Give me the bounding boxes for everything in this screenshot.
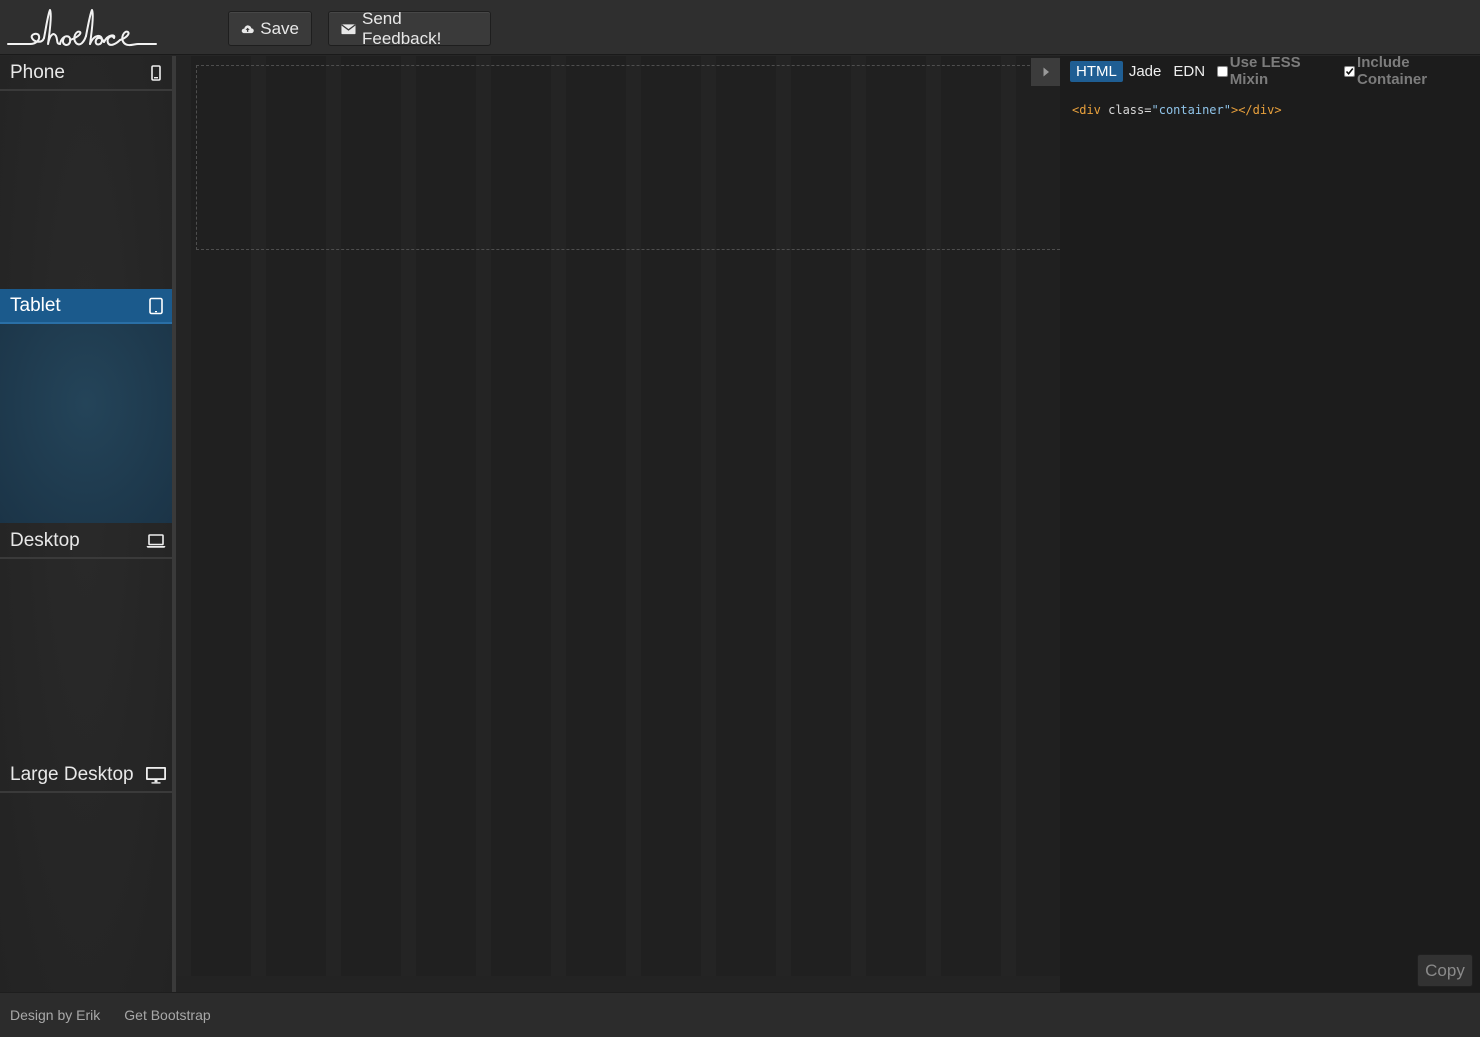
send-feedback-button[interactable]: Send Feedback!: [328, 8, 491, 48]
code-open-tag: <div: [1072, 103, 1101, 117]
code-close-tag: ></div>: [1230, 103, 1282, 117]
device-large-desktop-area[interactable]: [0, 793, 172, 992]
use-less-mixin-option[interactable]: Use LESS Mixin: [1217, 54, 1340, 88]
device-phone[interactable]: Phone: [0, 56, 172, 290]
device-tablet[interactable]: Tablet: [0, 289, 172, 523]
use-less-mixin-label: Use LESS Mixin: [1229, 54, 1301, 88]
include-container-checkbox[interactable]: [1344, 65, 1356, 77]
checkmark-icon: [1345, 67, 1354, 75]
use-less-mixin-checkbox[interactable]: [1217, 65, 1228, 77]
save-label: Save: [260, 18, 299, 38]
top-bar: Save Send Feedback!: [0, 0, 1480, 55]
include-container-label: Include Container: [1357, 54, 1428, 88]
device-phone-header[interactable]: Phone: [0, 56, 172, 91]
send-feedback-label: Send Feedback!: [361, 8, 442, 48]
device-desktop-area[interactable]: [0, 559, 172, 758]
code-equals: =: [1144, 103, 1152, 117]
device-large-desktop[interactable]: Large Desktop: [0, 758, 172, 992]
device-phone-label: Phone: [10, 61, 65, 83]
shoelace-logo[interactable]: [6, 4, 160, 50]
phone-icon: [151, 64, 161, 81]
device-desktop-header[interactable]: Desktop: [0, 524, 172, 559]
include-container-option[interactable]: Include Container: [1344, 54, 1480, 88]
layout-canvas[interactable]: [176, 56, 1060, 992]
caret-right-icon: [1043, 67, 1049, 77]
logo-script-icon: [7, 9, 157, 47]
device-tablet-area[interactable]: [0, 324, 172, 523]
canvas-footer-strip: [176, 976, 1060, 992]
tab-jade[interactable]: Jade: [1123, 61, 1168, 82]
cloud-upload-icon: [241, 24, 254, 33]
generated-code[interactable]: <div class="container"></div>: [1072, 103, 1282, 117]
device-desktop[interactable]: Desktop: [0, 524, 172, 758]
save-button[interactable]: Save: [228, 11, 312, 46]
device-phone-area[interactable]: [0, 91, 172, 290]
collapse-panel-button[interactable]: [1031, 58, 1060, 86]
code-attr-name: class: [1100, 103, 1145, 117]
container-row-outline[interactable]: [196, 65, 1060, 250]
device-large-desktop-header[interactable]: Large Desktop: [0, 758, 172, 793]
device-tablet-label: Tablet: [10, 294, 61, 316]
tab-html[interactable]: HTML: [1070, 60, 1123, 82]
copy-button[interactable]: Copy: [1417, 954, 1473, 987]
device-desktop-label: Desktop: [10, 529, 80, 551]
code-panel: HTML Jade EDN Use LESS Mixin Include Con…: [1031, 54, 1480, 992]
tab-edn[interactable]: EDN: [1167, 61, 1211, 82]
code-toolbar: HTML Jade EDN Use LESS Mixin Include Con…: [1060, 54, 1480, 88]
design-by-erik-link[interactable]: Design by Erik: [10, 1007, 100, 1023]
get-bootstrap-link[interactable]: Get Bootstrap: [124, 1007, 210, 1023]
device-sidebar: Phone Tablet Desktop Large Desktop: [0, 56, 172, 992]
laptop-icon: [146, 533, 166, 548]
device-large-desktop-label: Large Desktop: [10, 763, 134, 785]
device-tablet-header[interactable]: Tablet: [0, 289, 172, 324]
envelope-icon: [341, 23, 356, 34]
footer: Design by Erik Get Bootstrap: [0, 992, 1480, 1037]
tablet-icon: [149, 297, 163, 314]
monitor-icon: [146, 766, 166, 784]
code-attr-value: "container": [1151, 103, 1231, 117]
